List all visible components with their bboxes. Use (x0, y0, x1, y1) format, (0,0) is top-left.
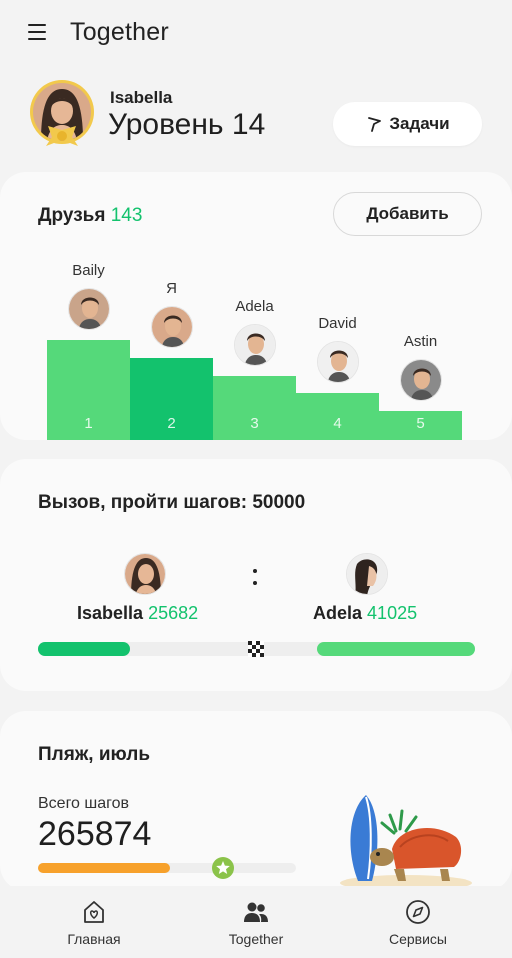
total-steps-label: Всего шагов (38, 795, 130, 812)
leaderboard-bar-2[interactable]: 2 (130, 358, 213, 440)
leaderboard-avatar (67, 288, 110, 330)
profile-name: Isabella (110, 88, 173, 107)
leaderboard-avatar (316, 341, 359, 383)
beach-challenge-card[interactable]: Пляж, июль Всего шагов 265874 (0, 711, 512, 891)
bottom-navigation: Главная Together Сервисы (0, 886, 512, 958)
challenge-title: Вызов, пройти шагов: 50000 (38, 492, 306, 513)
beach-title: Пляж, июль (38, 744, 151, 765)
profile-level: Уровень 14 (108, 108, 266, 141)
versus-separator (251, 565, 259, 589)
leaderboard-rank: 1 (84, 415, 93, 432)
opponent-name: Adela (313, 603, 363, 623)
challenger-steps: 25682 (148, 603, 199, 623)
leaderboard-avatar (150, 306, 193, 348)
opponent-avatar (346, 553, 388, 595)
leaderboard-rank: 5 (416, 415, 425, 432)
leaderboard-name: Astin (403, 333, 438, 350)
leaderboard-name: Adela (235, 298, 274, 315)
user-avatar[interactable] (30, 80, 94, 150)
nav-together-label: Together (228, 931, 284, 947)
nav-together[interactable]: Together (186, 886, 326, 958)
star-milestone-icon (212, 857, 234, 879)
nav-home-label: Главная (67, 931, 121, 947)
home-icon (84, 901, 104, 923)
opponent-progress (317, 642, 475, 656)
beach-progress-track (38, 863, 296, 873)
leaderboard-avatar (233, 324, 276, 366)
leaderboard-name: Я (166, 280, 177, 297)
profile-header: Isabella Уровень 14 Задачи (0, 76, 512, 156)
level-badge-icon (46, 126, 78, 146)
challenger-name: Isabella (77, 603, 144, 623)
finish-flag-icon (248, 641, 264, 657)
leaderboard-bar-1[interactable]: 1 (47, 340, 130, 440)
opponent-label: Adela 41025 (313, 603, 417, 624)
leaderboard-rank: 4 (333, 415, 342, 432)
friends-title-text: Друзья (38, 205, 106, 226)
top-bar: Together (0, 0, 512, 66)
tasks-button[interactable]: Задачи (333, 102, 482, 146)
flag-icon (368, 117, 382, 132)
nav-services[interactable]: Сервисы (348, 886, 488, 958)
app-screen: Together Isabella Уровень 14 Задачи Друз… (0, 0, 512, 958)
add-friend-button[interactable]: Добавить (333, 192, 482, 236)
people-icon (244, 902, 268, 922)
tasks-button-label: Задачи (389, 114, 450, 133)
leaderboard-bar-5[interactable]: 5 (379, 411, 462, 440)
leaderboard-avatar (399, 359, 442, 401)
leaderboard-name: David (318, 315, 357, 332)
leaderboard-name: Baily (72, 262, 105, 279)
challenger-label: Isabella 25682 (77, 603, 198, 624)
turtle-surfboard-illustration (340, 795, 472, 891)
beach-progress-fill (38, 863, 170, 873)
leaderboard-bar-3[interactable]: 3 (213, 376, 296, 440)
leaderboard-rank: 3 (250, 415, 259, 432)
challenger-avatar (124, 553, 166, 595)
nav-home[interactable]: Главная (24, 886, 164, 958)
leaderboard-bar-4[interactable]: 4 (296, 393, 379, 440)
friends-card[interactable]: Друзья 143 Добавить 1 Baily 2 Я 3 Adela 4 David… (0, 172, 512, 440)
menu-icon[interactable] (28, 23, 50, 41)
friends-title: Друзья 143 (38, 205, 142, 227)
nav-services-label: Сервисы (388, 931, 447, 947)
opponent-steps: 41025 (367, 603, 418, 623)
challenger-progress (38, 642, 130, 656)
friends-count: 143 (110, 205, 143, 226)
leaderboard-rank: 2 (167, 415, 176, 432)
app-title: Together (70, 18, 169, 46)
compass-icon (406, 900, 430, 924)
challenge-card[interactable]: Вызов, пройти шагов: 50000 Isabella 2568… (0, 459, 512, 691)
total-steps-value: 265874 (38, 815, 152, 853)
